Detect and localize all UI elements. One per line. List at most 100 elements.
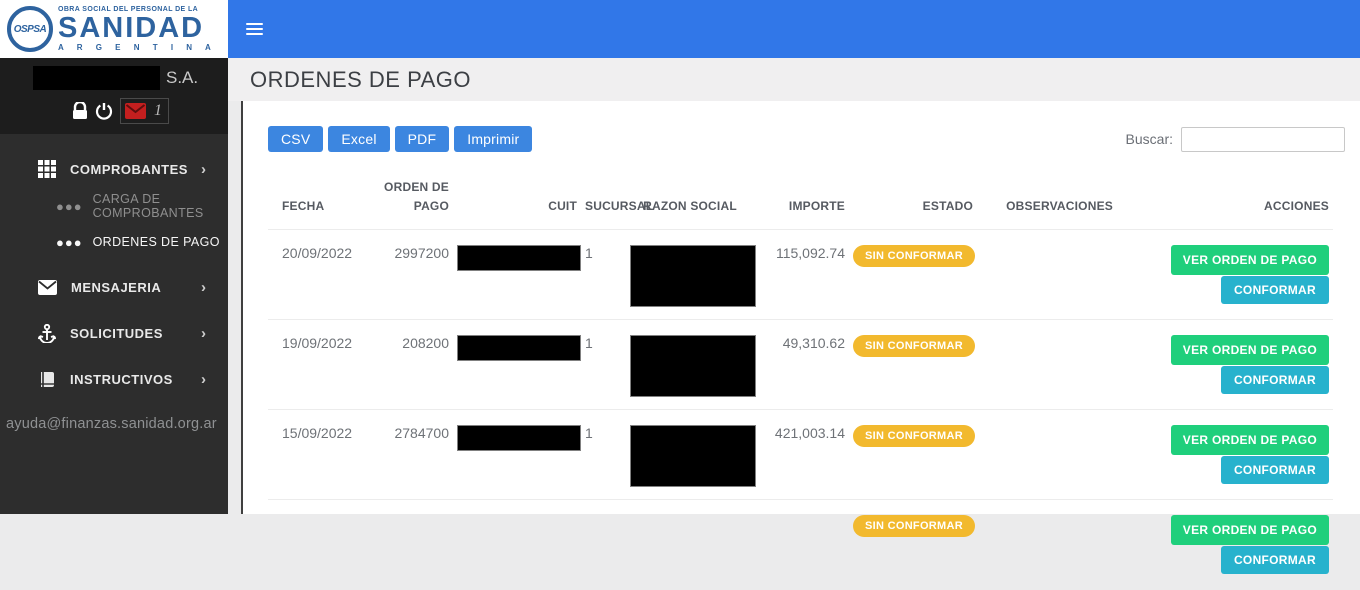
ver-orden-de-pago-button[interactable]: VER ORDEN DE PAGO — [1171, 245, 1329, 275]
cell-fecha: 20/09/2022 — [268, 230, 356, 320]
column-header-observaciones[interactable]: OBSERVACIONES — [977, 168, 1117, 230]
sidebar-item-label: SOLICITUDES — [70, 326, 163, 341]
table-header-row: FECHA ORDEN DE PAGO CUIT SUCURSAL RAZON … — [268, 168, 1333, 230]
book-icon — [38, 371, 56, 388]
cell-sucursal — [581, 500, 626, 590]
brand-text: OBRA SOCIAL DEL PERSONAL DE LA SANIDAD A… — [58, 6, 216, 52]
cell-observaciones — [977, 500, 1117, 590]
mail-notification[interactable]: 1 — [120, 98, 169, 124]
ver-orden-de-pago-button[interactable]: VER ORDEN DE PAGO — [1171, 335, 1329, 365]
ospsa-logo-icon: OSPSA — [7, 6, 53, 52]
sidebar-item-solicitudes[interactable]: SOLICITUDES › — [0, 314, 228, 352]
cell-importe — [754, 500, 849, 590]
redacted-cuit — [457, 425, 581, 451]
status-badge: SIN CONFORMAR — [853, 425, 975, 447]
ver-orden-de-pago-button[interactable]: VER ORDEN DE PAGO — [1171, 425, 1329, 455]
redacted-razon-social — [630, 245, 756, 307]
column-header-fecha[interactable]: FECHA — [268, 168, 356, 230]
column-header-estado[interactable]: ESTADO — [849, 168, 977, 230]
anchor-icon — [38, 324, 56, 343]
table-row: 19/09/2022 208200 1 49,310.62 SIN CONFOR… — [268, 320, 1333, 410]
brand-name: SANIDAD — [58, 14, 216, 43]
redacted-razon-social — [630, 425, 756, 487]
chevron-right-icon: › — [201, 371, 206, 388]
content-wrap: CSV Excel PDF Imprimir Buscar: FECHA ORD… — [228, 101, 1360, 514]
cell-orden-de-pago: 2784700 — [356, 410, 453, 500]
menu-toggle-icon[interactable] — [246, 23, 263, 38]
pdf-button[interactable]: PDF — [395, 126, 450, 152]
sidebar-item-label: COMPROBANTES — [70, 162, 188, 177]
ordenes-de-pago-table: FECHA ORDEN DE PAGO CUIT SUCURSAL RAZON … — [268, 168, 1333, 590]
sidebar-item-instructivos[interactable]: INSTRUCTIVOS › — [0, 360, 228, 398]
topbar — [228, 0, 1360, 58]
support-email: ayuda@finanzas.sanidad.org.ar — [0, 416, 228, 432]
cell-importe: 421,003.14 — [754, 410, 849, 500]
status-badge: SIN CONFORMAR — [853, 245, 975, 267]
envelope-icon — [38, 280, 57, 295]
mail-icon — [125, 103, 146, 119]
cell-fecha: 15/09/2022 — [268, 410, 356, 500]
power-icon[interactable] — [95, 102, 113, 120]
redacted-cuit — [457, 335, 581, 361]
conformar-button[interactable]: CONFORMAR — [1221, 456, 1329, 484]
redacted-cuit — [457, 245, 581, 271]
main-content: ORDENES DE PAGO CSV Excel PDF Imprimir B… — [228, 58, 1360, 514]
cell-orden-de-pago: 208200 — [356, 320, 453, 410]
brand-country: A R G E N T I N A — [58, 44, 216, 52]
cell-importe: 115,092.74 — [754, 230, 849, 320]
cell-sucursal: 1 — [581, 410, 626, 500]
cell-fecha — [268, 500, 356, 590]
cell-sucursal: 1 — [581, 230, 626, 320]
redacted-company-name — [33, 66, 160, 90]
export-buttons: CSV Excel PDF Imprimir — [268, 126, 532, 152]
cell-orden-de-pago — [356, 500, 453, 590]
column-header-acciones[interactable]: ACCIONES — [1117, 168, 1333, 230]
search-label: Buscar: — [1126, 131, 1173, 147]
conformar-button[interactable]: CONFORMAR — [1221, 546, 1329, 574]
cell-observaciones — [977, 410, 1117, 500]
sidebar-item-carga-de-comprobantes[interactable]: ●●● CARGA DE COMPROBANTES — [0, 188, 228, 224]
chevron-right-icon: › — [201, 325, 206, 342]
cell-sucursal: 1 — [581, 320, 626, 410]
sidebar-item-ordenes-de-pago[interactable]: ●●● ORDENES DE PAGO — [0, 224, 228, 260]
cell-observaciones — [977, 230, 1117, 320]
table-row: 15/09/2022 2784700 1 421,003.14 SIN CONF… — [268, 410, 1333, 500]
table-toolbar: CSV Excel PDF Imprimir Buscar: — [268, 126, 1345, 152]
cell-importe: 49,310.62 — [754, 320, 849, 410]
status-badge: SIN CONFORMAR — [853, 515, 975, 537]
column-header-sucursal[interactable]: SUCURSAL — [581, 168, 626, 230]
cell-fecha: 19/09/2022 — [268, 320, 356, 410]
page-title: ORDENES DE PAGO — [250, 67, 471, 93]
content-card: CSV Excel PDF Imprimir Buscar: FECHA ORD… — [241, 101, 1360, 514]
column-header-razon-social[interactable]: RAZON SOCIAL — [626, 168, 754, 230]
sidebar-item-comprobantes[interactable]: COMPROBANTES › — [0, 150, 228, 188]
column-header-importe[interactable]: IMPORTE — [754, 168, 849, 230]
sidebar-item-label: ORDENES DE PAGO — [93, 235, 220, 249]
search-block: Buscar: — [1126, 127, 1345, 152]
ver-orden-de-pago-button[interactable]: VER ORDEN DE PAGO — [1171, 515, 1329, 545]
csv-button[interactable]: CSV — [268, 126, 323, 152]
user-block: S.A. 1 — [0, 58, 228, 134]
column-header-orden-de-pago[interactable]: ORDEN DE PAGO — [356, 168, 453, 230]
chevron-right-icon: › — [201, 279, 206, 296]
print-button[interactable]: Imprimir — [454, 126, 532, 152]
conformar-button[interactable]: CONFORMAR — [1221, 276, 1329, 304]
brand-logo: OSPSA OBRA SOCIAL DEL PERSONAL DE LA SAN… — [0, 0, 228, 58]
cell-observaciones — [977, 320, 1117, 410]
ellipsis-icon: ●●● — [56, 200, 83, 213]
sidebar-menu: COMPROBANTES › ●●● CARGA DE COMPROBANTES… — [0, 134, 228, 432]
unread-count: 1 — [154, 102, 162, 120]
sidebar-item-label: INSTRUCTIVOS — [70, 372, 173, 387]
lock-icon[interactable] — [72, 102, 88, 120]
sidebar-item-mensajeria[interactable]: MENSAJERIA › — [0, 268, 228, 306]
column-header-cuit[interactable]: CUIT — [453, 168, 581, 230]
search-input[interactable] — [1181, 127, 1345, 152]
excel-button[interactable]: Excel — [328, 126, 389, 152]
redacted-razon-social — [630, 335, 756, 397]
grid-icon — [38, 160, 56, 178]
status-badge: SIN CONFORMAR — [853, 335, 975, 357]
chevron-right-icon: › — [201, 161, 206, 178]
ellipsis-icon: ●●● — [56, 236, 83, 249]
conformar-button[interactable]: CONFORMAR — [1221, 366, 1329, 394]
company-suffix: S.A. — [166, 68, 198, 88]
